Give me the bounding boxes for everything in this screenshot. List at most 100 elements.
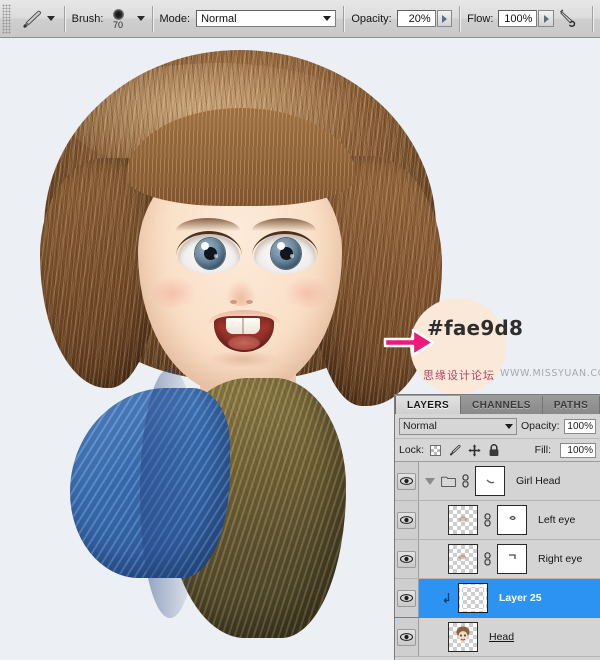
blend-mode-chevron-down-icon [323, 16, 332, 21]
hair-bangs [126, 108, 356, 206]
eye-right [252, 231, 318, 274]
layer-visibility-toggle[interactable] [395, 501, 419, 539]
teeth [226, 318, 260, 334]
watermark-chinese: 思缘设计论坛 [423, 369, 495, 382]
folder-icon [441, 476, 456, 487]
mode-label: Mode: [159, 12, 191, 25]
opacity-input[interactable]: 20% [396, 10, 436, 27]
link-icon[interactable] [483, 513, 492, 527]
brush-icon [23, 10, 41, 28]
lock-image-icon[interactable] [448, 444, 461, 456]
blend-chevron-down-icon [505, 423, 513, 429]
eye-icon [397, 472, 416, 490]
blend-mode-row: Normal Opacity: 100% [395, 414, 600, 439]
table-row[interactable]: Right eye [395, 540, 600, 579]
layer-visibility-toggle[interactable] [395, 579, 419, 617]
layer-row-body[interactable]: Left eye [419, 501, 600, 539]
layer-visibility-toggle[interactable] [395, 462, 419, 500]
layer-visibility-toggle[interactable] [395, 540, 419, 578]
group-expand-chevron-down-icon[interactable] [425, 477, 435, 485]
tab-paths[interactable]: PATHS [542, 396, 600, 414]
layer-row-body[interactable]: Layer 25 [419, 579, 600, 617]
layers-panel[interactable]: LAYERS CHANNELS PATHS Normal Opacity: 10… [394, 394, 600, 660]
eye-icon [397, 511, 416, 529]
lock-all-icon[interactable] [488, 443, 500, 457]
lock-transparency-icon[interactable] [430, 444, 442, 456]
cheek-left [150, 276, 196, 310]
play-triangle-icon [441, 14, 447, 23]
lock-icon-group [430, 443, 500, 457]
tab-paths-label: PATHS [553, 399, 589, 411]
panel-opacity-label: Opacity: [521, 420, 560, 432]
tab-channels-label: CHANNELS [472, 399, 531, 411]
layer-name: Right eye [538, 553, 583, 565]
table-row[interactable]: Girl Head [395, 462, 600, 501]
layer-mask-thumbnail[interactable] [497, 544, 527, 574]
layer-mask-thumbnail[interactable] [475, 466, 505, 496]
lock-label: Lock: [399, 444, 425, 456]
tool-preset-chevron-down-icon[interactable] [46, 16, 55, 21]
layer-name: Girl Head [516, 475, 561, 487]
panel-tab-bar: LAYERS CHANNELS PATHS [395, 395, 600, 414]
brush-tip-icon [112, 8, 124, 20]
eye-icon [397, 589, 416, 607]
airbrush-icon[interactable] [558, 8, 581, 30]
flow-slider-button[interactable] [538, 10, 554, 27]
layer-name: Left eye [538, 514, 576, 526]
table-row[interactable]: Layer 25 [395, 579, 600, 618]
table-row[interactable]: Left eye [395, 501, 600, 540]
active-tool-button[interactable] [14, 9, 57, 29]
lock-position-icon[interactable] [468, 443, 481, 457]
eyebrow-left [176, 218, 240, 231]
blend-mode-value: Normal [201, 12, 237, 25]
pink-arrow-icon [383, 328, 435, 357]
cheek-right [284, 276, 330, 310]
layer-blend-mode-value: Normal [403, 420, 437, 432]
clipping-mask-icon [443, 592, 450, 603]
layer-thumbnail[interactable] [458, 583, 488, 613]
brush-size-preview[interactable]: 70 [105, 8, 130, 30]
brush-label: Brush: [71, 12, 104, 25]
tab-layers-label: LAYERS [407, 399, 450, 411]
layer-thumbnail[interactable] [448, 622, 478, 652]
layer-thumbnail[interactable] [448, 544, 478, 574]
eye-icon [397, 550, 416, 568]
link-icon[interactable] [483, 552, 492, 566]
layer-thumbnail[interactable] [448, 505, 478, 535]
nostril-right [246, 300, 253, 304]
layer-row-body[interactable]: Head [419, 618, 600, 656]
panel-fill-input[interactable]: 100% [560, 442, 596, 458]
eye-left [176, 231, 242, 274]
bird-body [70, 368, 370, 660]
layer-visibility-toggle[interactable] [395, 618, 419, 656]
eyebrow-right [252, 218, 316, 231]
layer-blend-mode-select[interactable]: Normal [399, 417, 517, 435]
panel-opacity-input[interactable]: 100% [563, 418, 596, 434]
divider-5 [592, 5, 594, 32]
layer-mask-thumbnail[interactable] [497, 505, 527, 535]
layer-row-body[interactable]: Girl Head [419, 462, 600, 500]
flow-label: Flow: [467, 12, 494, 25]
table-row[interactable]: Head [395, 618, 600, 657]
photoshop-window: Brush: 70 Mode: Normal Opacity: 20% Flow… [0, 0, 600, 660]
brush-picker-chevron-down-icon[interactable] [136, 16, 145, 21]
opacity-label: Opacity: [351, 12, 392, 25]
opacity-slider-button[interactable] [436, 10, 453, 27]
flow-input[interactable]: 100% [498, 10, 538, 27]
divider-3 [343, 5, 345, 32]
layer-list: Girl Head Left eye Right eye Layer 25 He… [395, 462, 600, 657]
options-bar-grip[interactable] [2, 3, 11, 34]
divider-2 [151, 5, 153, 32]
brush-size-value: 70 [112, 19, 123, 30]
layer-name: Head [489, 631, 515, 643]
tab-layers[interactable]: LAYERS [395, 396, 462, 414]
divider-1 [63, 5, 65, 32]
layer-row-body[interactable]: Right eye [419, 540, 600, 578]
eye-icon [397, 628, 416, 646]
color-hex-label: #fae9d8 [427, 316, 524, 340]
link-icon[interactable] [461, 474, 470, 488]
nostril-left [230, 300, 237, 304]
lock-row: Lock: Fill: 100% [395, 439, 600, 462]
tab-channels[interactable]: CHANNELS [461, 396, 543, 414]
blend-mode-select[interactable]: Normal [196, 10, 337, 27]
